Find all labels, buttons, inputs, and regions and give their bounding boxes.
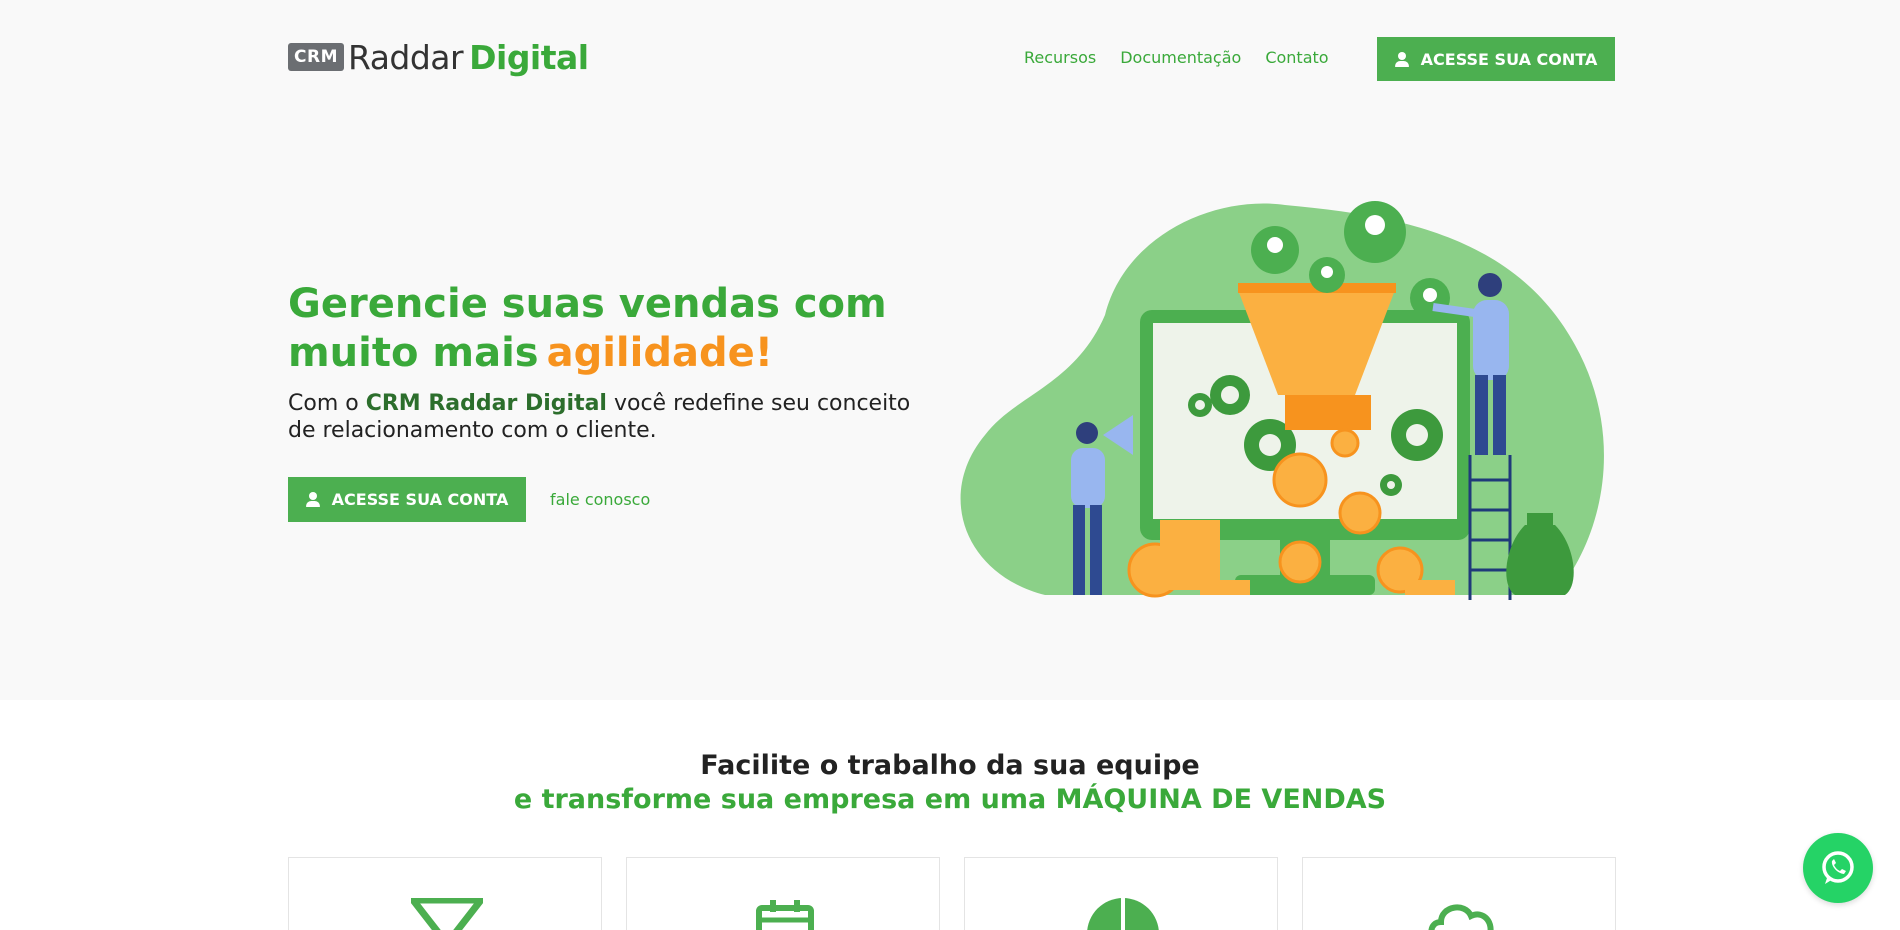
- hero-sub-prefix: Com o: [288, 391, 366, 416]
- hero-login-label: ACESSE SUA CONTA: [331, 490, 509, 509]
- header-login-button[interactable]: ACESSE SUA CONTA: [1377, 37, 1615, 81]
- hero-headline-accent: agilidade!: [546, 330, 773, 376]
- hero-subtitle: Com o CRM Raddar Digital você redefine s…: [288, 390, 928, 444]
- nav-link-contato[interactable]: Contato: [1265, 48, 1328, 67]
- features-title: Facilite o trabalho da sua equipe: [700, 750, 1200, 781]
- feature-card[interactable]: [964, 857, 1278, 930]
- user-icon: [305, 492, 320, 507]
- feature-card[interactable]: [626, 857, 940, 930]
- hero-sub-brand: CRM Raddar Digital: [365, 391, 607, 416]
- calendar-icon: [756, 900, 814, 930]
- hero-login-button[interactable]: ACESSE SUA CONTA: [288, 477, 526, 522]
- logo-digital: Digital: [469, 37, 589, 77]
- logo-name: Raddar: [347, 37, 464, 77]
- hero-headline: Gerencie suas vendas com muito mais agili…: [288, 280, 928, 378]
- whatsapp-button[interactable]: [1803, 833, 1873, 903]
- nav-link-recursos[interactable]: Recursos: [1024, 48, 1096, 67]
- whatsapp-icon: [1822, 851, 1854, 884]
- features-subtitle: e transforme sua empresa em uma MÁQUINA …: [513, 784, 1387, 815]
- pie-chart-icon: [1087, 898, 1159, 930]
- main-nav: Recursos Documentação Contato: [1024, 48, 1329, 67]
- sales-funnel-illustration: [960, 201, 1604, 600]
- cloud-icon: [1428, 904, 1494, 930]
- feature-card[interactable]: [288, 857, 602, 930]
- logo[interactable]: CRM Raddar Digital: [288, 36, 589, 78]
- user-icon: [1394, 51, 1409, 67]
- nav-link-documentacao[interactable]: Documentação: [1120, 48, 1241, 67]
- logo-badge: CRM: [288, 43, 344, 71]
- feature-card[interactable]: [1302, 857, 1616, 930]
- contact-link[interactable]: fale conosco: [550, 490, 650, 509]
- funnel-icon: [411, 898, 483, 930]
- header-login-label: ACESSE SUA CONTA: [1420, 49, 1598, 69]
